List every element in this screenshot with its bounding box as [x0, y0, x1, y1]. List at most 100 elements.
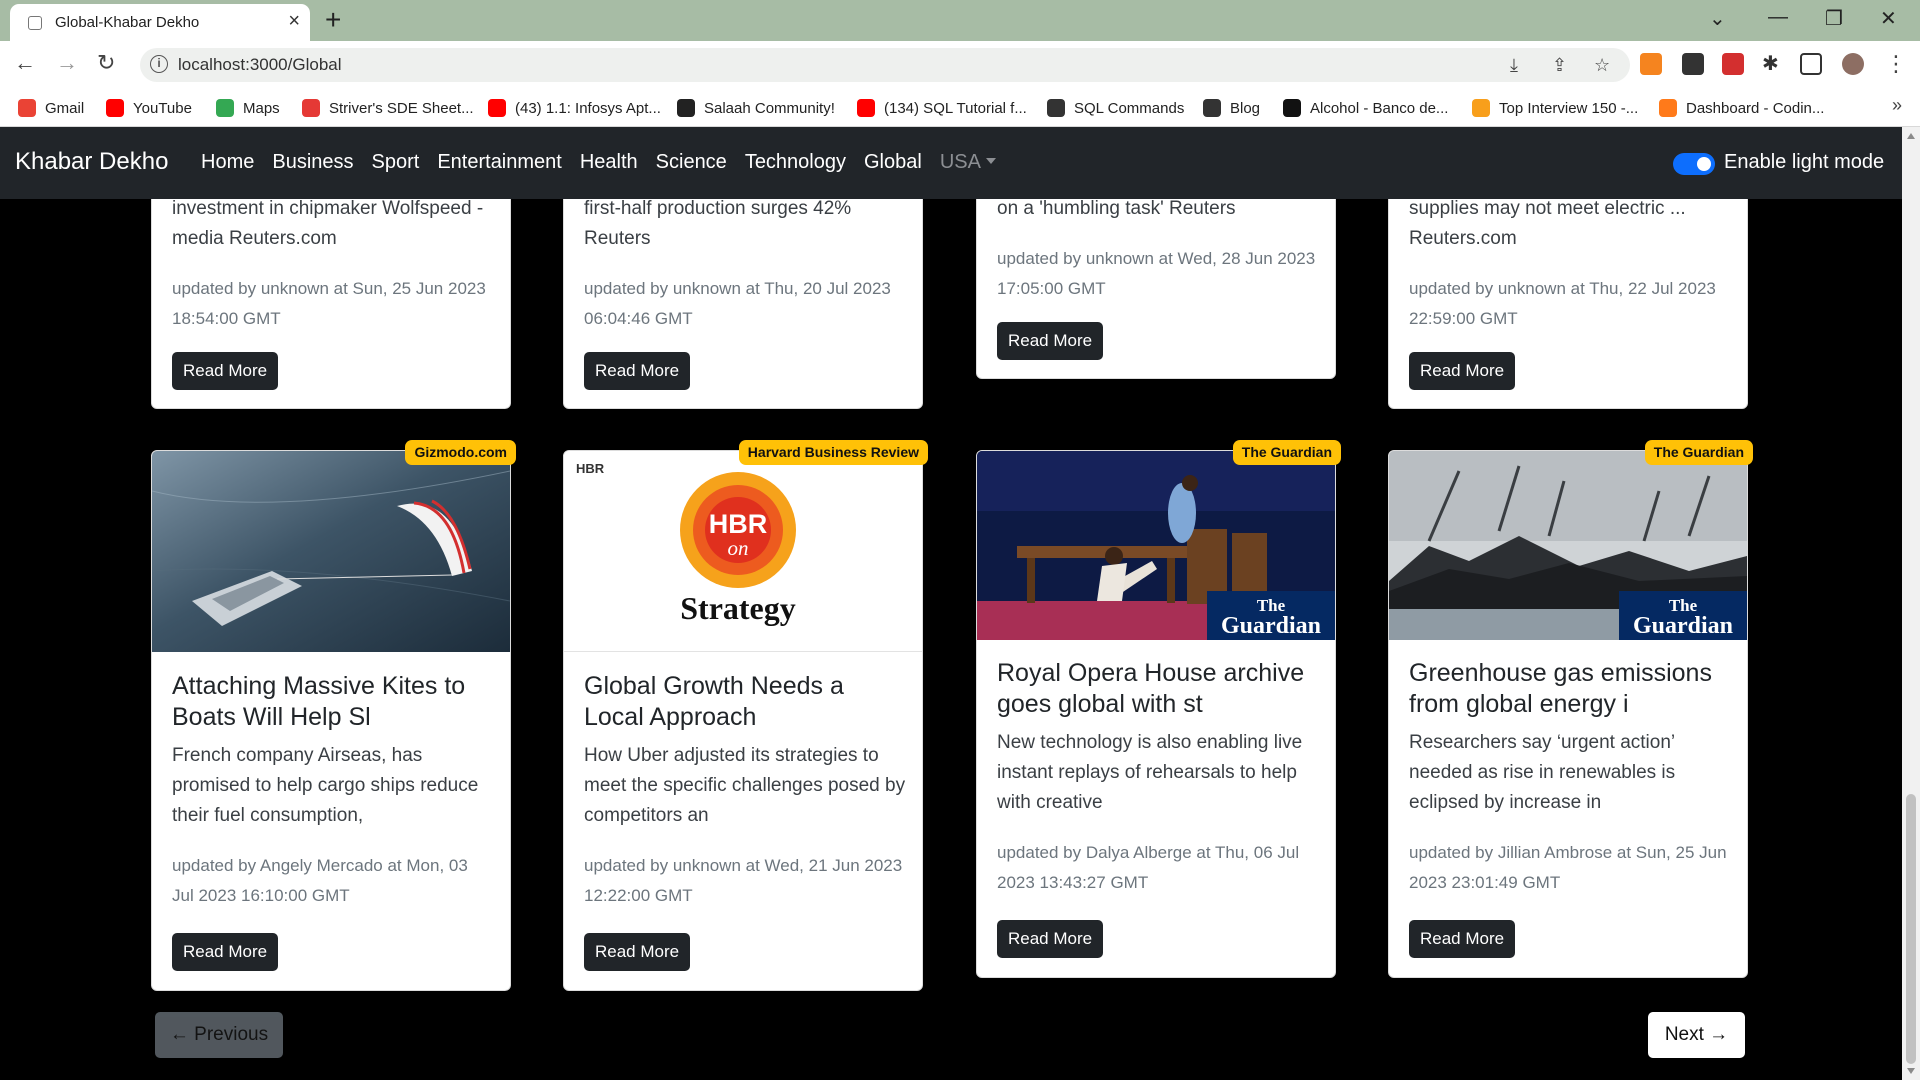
previous-page-button[interactable]: ← Previous	[155, 1012, 283, 1058]
extensions-puzzle-icon[interactable]: ✱	[1762, 51, 1784, 75]
news-card: The Guardian The Guardian Royal Opera Ho…	[976, 440, 1341, 978]
nav-global[interactable]: Global	[864, 151, 922, 174]
nav-business[interactable]: Business	[272, 151, 353, 174]
source-badge: Gizmodo.com	[405, 440, 516, 465]
card-title: Attaching Massive Kites to Boats Will He…	[172, 672, 466, 731]
card-description: French company Airseas, has promised to …	[172, 745, 479, 826]
red-extension-icon[interactable]	[1722, 53, 1744, 75]
next-page-button[interactable]: Next →	[1648, 1012, 1745, 1058]
address-bar[interactable]: i localhost:3000/Global ⤓ ⇪ ☆	[140, 48, 1630, 82]
read-more-button[interactable]: Read More	[584, 933, 691, 971]
nav-entertainment[interactable]: Entertainment	[437, 151, 562, 174]
card-image[interactable]: The Guardian	[977, 451, 1335, 640]
card-meta: updated by unknown at Wed, 28 Jun 2023 1…	[997, 249, 1316, 298]
card-title-fragment: first-half production surges 42% Reuters	[584, 198, 852, 249]
nav-sport[interactable]: Sport	[372, 151, 420, 174]
source-badge: Harvard Business Review	[738, 440, 928, 465]
metamask-extension-icon[interactable]	[1640, 53, 1662, 75]
card-description: New technology is also enabling live ins…	[997, 732, 1303, 813]
side-panel-icon[interactable]	[1800, 53, 1822, 75]
reload-icon[interactable]: ↻	[97, 50, 115, 76]
page-scrollbar[interactable]	[1902, 127, 1920, 1080]
bookmark-dashboard[interactable]: Dashboard - Codin...	[1659, 95, 1824, 121]
read-more-button[interactable]: Read More	[1409, 352, 1516, 390]
page-favicon-icon	[28, 16, 42, 30]
install-app-icon[interactable]: ⤓	[1510, 55, 1518, 76]
back-icon[interactable]: ←	[14, 50, 36, 76]
browser-tab-strip: Global-Khabar Dekho × + ⌄ — ❐ ✕	[0, 0, 1920, 41]
card-title: Greenhouse gas emissions from global ene…	[1409, 659, 1712, 718]
light-mode-toggle[interactable]	[1673, 153, 1715, 175]
read-more-button[interactable]: Read More	[172, 933, 279, 971]
card-image[interactable]: The Guardian	[1389, 451, 1747, 640]
minimize-icon[interactable]: —	[1768, 6, 1788, 29]
bookmark-maps[interactable]: Maps	[216, 95, 280, 121]
hbr-strategy-word: Strategy	[680, 590, 796, 626]
read-more-button[interactable]: Read More	[997, 920, 1104, 958]
caret-down-icon	[985, 158, 996, 164]
news-card: HBR HBR on Strategy Harvard Business Rev…	[563, 440, 928, 991]
youtube-icon	[106, 99, 124, 117]
site-navbar: Khabar Dekho Home Business Sport Enterta…	[0, 127, 1902, 199]
nav-links: Home Business Sport Entertainment Health…	[201, 151, 996, 174]
tab-search-chevron-icon[interactable]: ⌄	[1709, 6, 1726, 31]
more-bookmarks-icon[interactable]: »	[1892, 95, 1902, 116]
read-more-button[interactable]: Read More	[584, 352, 691, 390]
profile-avatar[interactable]	[1842, 53, 1864, 75]
restore-icon[interactable]: ❐	[1825, 6, 1843, 31]
guardian-logo-bottom: Guardian	[1221, 613, 1321, 639]
share-icon[interactable]: ⇪	[1552, 55, 1567, 76]
bookmark-striver[interactable]: Striver's SDE Sheet...	[302, 95, 474, 121]
new-tab-icon[interactable]: +	[325, 4, 341, 36]
s-logo-icon	[1283, 99, 1301, 117]
bookmark-blog[interactable]: Blog	[1203, 95, 1260, 121]
tab-title: Global-Khabar Dekho	[55, 14, 200, 31]
site-brand[interactable]: Khabar Dekho	[15, 148, 168, 176]
bookmark-salaah[interactable]: Salaah Community!	[677, 95, 835, 121]
read-more-button[interactable]: Read More	[1409, 920, 1516, 958]
kite-ship-image	[152, 451, 510, 652]
bookmark-top-interview[interactable]: Top Interview 150 -...	[1472, 95, 1638, 121]
bookmark-sql-commands[interactable]: SQL Commands	[1047, 95, 1184, 121]
read-more-button[interactable]: Read More	[997, 322, 1104, 360]
scroll-up-arrow-icon[interactable]	[1907, 133, 1915, 139]
card-description: Researchers say ‘urgent action’ needed a…	[1409, 732, 1676, 813]
card-image[interactable]: HBR HBR on Strategy	[564, 451, 922, 652]
nav-science[interactable]: Science	[656, 151, 727, 174]
bookmark-infosys[interactable]: (43) 1.1: Infosys Apt...	[488, 95, 661, 121]
globe-icon	[1203, 99, 1221, 117]
nav-health[interactable]: Health	[580, 151, 638, 174]
country-dropdown[interactable]: USA	[940, 151, 996, 174]
bookmark-gmail[interactable]: Gmail	[18, 95, 84, 121]
card-meta: updated by unknown at Wed, 21 Jun 2023 1…	[584, 856, 903, 905]
browser-tab[interactable]: Global-Khabar Dekho ×	[10, 4, 310, 41]
window-close-icon[interactable]: ✕	[1880, 6, 1897, 31]
scrollbar-thumb[interactable]	[1906, 794, 1916, 1064]
card-meta: updated by Dalya Alberge at Thu, 06 Jul …	[997, 843, 1300, 892]
bookmark-star-icon[interactable]: ☆	[1594, 55, 1610, 76]
card-image[interactable]	[152, 451, 510, 652]
bookmark-alcohol[interactable]: Alcohol - Banco de...	[1283, 95, 1448, 121]
salaah-icon	[677, 99, 695, 117]
address-url[interactable]: localhost:3000/Global	[178, 55, 342, 75]
toggle-knob	[1697, 157, 1711, 171]
browser-menu-icon[interactable]: ⋮	[1885, 51, 1907, 77]
light-mode-label: Enable light mode	[1724, 151, 1885, 173]
nav-home[interactable]: Home	[201, 151, 254, 174]
youtube-icon	[488, 99, 506, 117]
site-info-icon[interactable]: i	[150, 55, 168, 73]
maps-pin-icon	[216, 99, 234, 117]
bookmark-youtube[interactable]: YouTube	[106, 95, 192, 121]
guardian-logo-bottom: Guardian	[1633, 613, 1733, 639]
gmail-icon	[18, 99, 36, 117]
scroll-down-arrow-icon[interactable]	[1907, 1068, 1915, 1074]
codingninjas-icon	[1659, 99, 1677, 117]
read-more-button[interactable]: Read More	[172, 352, 279, 390]
media-extension-icon[interactable]	[1682, 53, 1704, 75]
hbr-strategy-image: HBR HBR on Strategy	[576, 461, 796, 626]
forward-icon[interactable]: →	[56, 50, 78, 76]
nav-technology[interactable]: Technology	[745, 151, 846, 174]
news-card: Gizmodo.com Attaching Massive Kites to B…	[151, 440, 516, 991]
bookmark-sql-tutorial[interactable]: (134) SQL Tutorial f...	[857, 95, 1027, 121]
tab-close-icon[interactable]: ×	[288, 10, 300, 32]
